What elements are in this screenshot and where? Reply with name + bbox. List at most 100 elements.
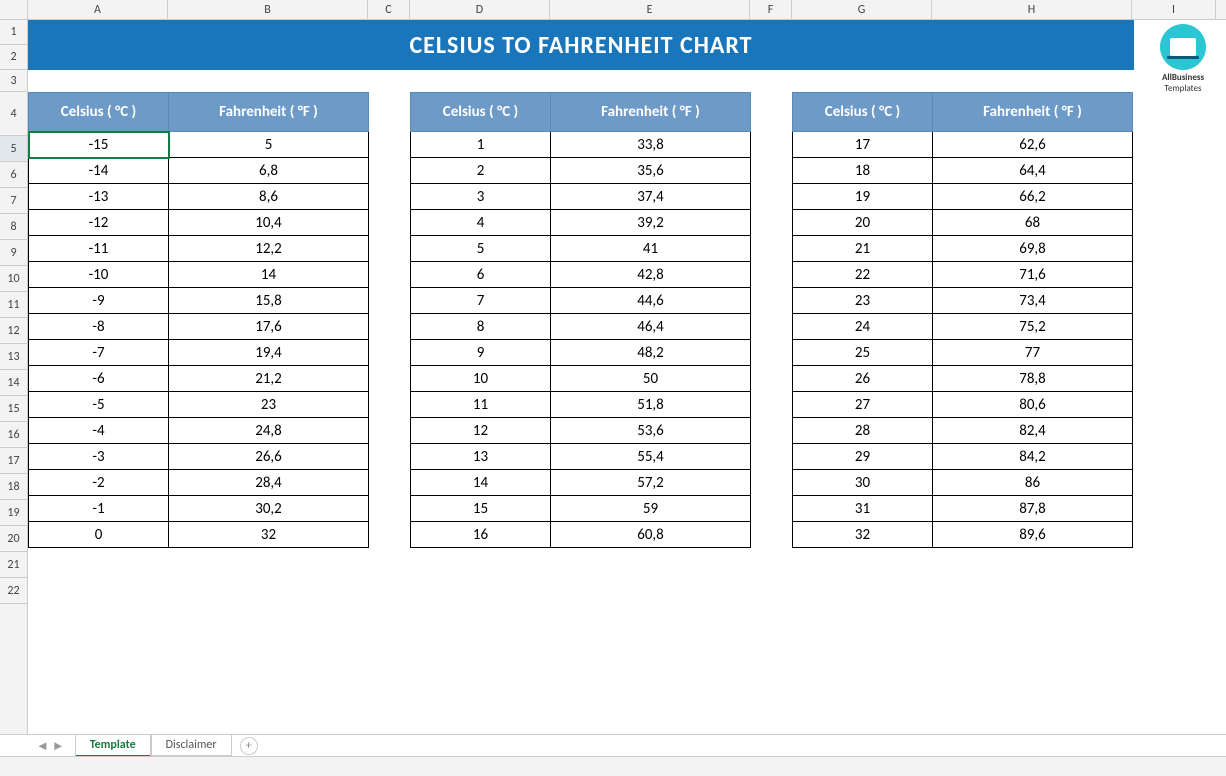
row-header-11[interactable]: 11 [0, 292, 27, 318]
row-header-18[interactable]: 18 [0, 474, 27, 500]
cell-celsius[interactable]: 10 [411, 366, 551, 392]
table-row[interactable]: 642,8 [411, 262, 751, 288]
cell-fahrenheit[interactable]: 35,6 [551, 158, 751, 184]
row-header-5[interactable]: 5 [0, 136, 27, 162]
cell-fahrenheit[interactable]: 51,8 [551, 392, 751, 418]
row-header-21[interactable]: 21 [0, 552, 27, 578]
row-header-3[interactable]: 3 [0, 70, 27, 92]
table-row[interactable]: 2169,8 [793, 236, 1133, 262]
cell-fahrenheit[interactable]: 41 [551, 236, 751, 262]
table-row[interactable]: 2780,6 [793, 392, 1133, 418]
table-row[interactable]: -155 [29, 132, 369, 158]
cell-celsius[interactable]: 17 [793, 132, 933, 158]
row-header-17[interactable]: 17 [0, 448, 27, 474]
cell-celsius[interactable]: 1 [411, 132, 551, 158]
column-header-F[interactable]: F [750, 0, 792, 19]
table-row[interactable]: -326,6 [29, 444, 369, 470]
cell-fahrenheit[interactable]: 28,4 [169, 470, 369, 496]
cell-celsius[interactable]: 5 [411, 236, 551, 262]
cell-celsius[interactable]: -11 [29, 236, 169, 262]
cell-fahrenheit[interactable]: 32 [169, 522, 369, 548]
row-header-4[interactable]: 4 [0, 92, 27, 136]
table-row[interactable]: -146,8 [29, 158, 369, 184]
cell-fahrenheit[interactable]: 84,2 [933, 444, 1133, 470]
cell-fahrenheit[interactable]: 50 [551, 366, 751, 392]
cell-celsius[interactable]: 16 [411, 522, 551, 548]
cell-celsius[interactable]: 8 [411, 314, 551, 340]
cell-celsius[interactable]: -4 [29, 418, 169, 444]
table-row[interactable]: 2577 [793, 340, 1133, 366]
table-row[interactable]: -228,4 [29, 470, 369, 496]
cell-fahrenheit[interactable]: 19,4 [169, 340, 369, 366]
cell-celsius[interactable]: 24 [793, 314, 933, 340]
cell-celsius[interactable]: 23 [793, 288, 933, 314]
col-celsius[interactable]: Celsius ( °C ) [411, 93, 551, 132]
row-header-19[interactable]: 19 [0, 500, 27, 526]
cell-celsius[interactable]: -10 [29, 262, 169, 288]
table-row[interactable]: 439,2 [411, 210, 751, 236]
cell-celsius[interactable]: 11 [411, 392, 551, 418]
table-row[interactable]: 1457,2 [411, 470, 751, 496]
table-row[interactable]: -1014 [29, 262, 369, 288]
cell-celsius[interactable]: 20 [793, 210, 933, 236]
table-row[interactable]: -1210,4 [29, 210, 369, 236]
cell-fahrenheit[interactable]: 30,2 [169, 496, 369, 522]
cell-fahrenheit[interactable]: 17,6 [169, 314, 369, 340]
cell-fahrenheit[interactable]: 64,4 [933, 158, 1133, 184]
cell-celsius[interactable]: -9 [29, 288, 169, 314]
table-row[interactable]: -130,2 [29, 496, 369, 522]
table-row[interactable]: 1559 [411, 496, 751, 522]
table-row[interactable]: 2373,4 [793, 288, 1133, 314]
table-row[interactable]: -817,6 [29, 314, 369, 340]
worksheet-grid[interactable]: CELSIUS TO FAHRENHEIT CHART AllBusiness … [28, 20, 1226, 734]
table-row[interactable]: 1355,4 [411, 444, 751, 470]
cell-fahrenheit[interactable]: 15,8 [169, 288, 369, 314]
cell-celsius[interactable]: -12 [29, 210, 169, 236]
table-row[interactable]: 1050 [411, 366, 751, 392]
table-row[interactable]: -523 [29, 392, 369, 418]
cell-fahrenheit[interactable]: 12,2 [169, 236, 369, 262]
table-row[interactable]: -424,8 [29, 418, 369, 444]
cell-fahrenheit[interactable]: 82,4 [933, 418, 1133, 444]
cell-celsius[interactable]: 13 [411, 444, 551, 470]
cell-fahrenheit[interactable]: 8,6 [169, 184, 369, 210]
table-row[interactable]: 032 [29, 522, 369, 548]
cell-celsius[interactable]: 26 [793, 366, 933, 392]
cell-fahrenheit[interactable]: 78,8 [933, 366, 1133, 392]
cell-celsius[interactable]: 29 [793, 444, 933, 470]
row-header-10[interactable]: 10 [0, 266, 27, 292]
table-row[interactable]: 1253,6 [411, 418, 751, 444]
table-row[interactable]: 235,6 [411, 158, 751, 184]
col-celsius[interactable]: Celsius ( °C ) [793, 93, 933, 132]
column-header-C[interactable]: C [368, 0, 410, 19]
cell-celsius[interactable]: 21 [793, 236, 933, 262]
cell-celsius[interactable]: 4 [411, 210, 551, 236]
cell-fahrenheit[interactable]: 57,2 [551, 470, 751, 496]
cell-celsius[interactable]: 32 [793, 522, 933, 548]
cell-fahrenheit[interactable]: 33,8 [551, 132, 751, 158]
cell-fahrenheit[interactable]: 73,4 [933, 288, 1133, 314]
cell-fahrenheit[interactable]: 26,6 [169, 444, 369, 470]
table-row[interactable]: 2882,4 [793, 418, 1133, 444]
cell-fahrenheit[interactable]: 66,2 [933, 184, 1133, 210]
cell-fahrenheit[interactable]: 69,8 [933, 236, 1133, 262]
table-row[interactable]: 2271,6 [793, 262, 1133, 288]
table-row[interactable]: 1762,6 [793, 132, 1133, 158]
cell-fahrenheit[interactable]: 5 [169, 132, 369, 158]
cell-celsius[interactable]: -14 [29, 158, 169, 184]
column-header-A[interactable]: A [28, 0, 168, 19]
table-row[interactable]: -138,6 [29, 184, 369, 210]
add-sheet-button[interactable]: + [240, 737, 258, 755]
cell-celsius[interactable]: 7 [411, 288, 551, 314]
tab-nav-arrows[interactable]: ◄ ► [36, 738, 65, 754]
column-header-G[interactable]: G [792, 0, 932, 19]
row-header-20[interactable]: 20 [0, 526, 27, 552]
cell-fahrenheit[interactable]: 39,2 [551, 210, 751, 236]
cell-fahrenheit[interactable]: 80,6 [933, 392, 1133, 418]
cell-fahrenheit[interactable]: 48,2 [551, 340, 751, 366]
table-row[interactable]: 2475,2 [793, 314, 1133, 340]
table-row[interactable]: 1864,4 [793, 158, 1133, 184]
column-header-H[interactable]: H [932, 0, 1132, 19]
cell-celsius[interactable]: -3 [29, 444, 169, 470]
cell-celsius[interactable]: 28 [793, 418, 933, 444]
